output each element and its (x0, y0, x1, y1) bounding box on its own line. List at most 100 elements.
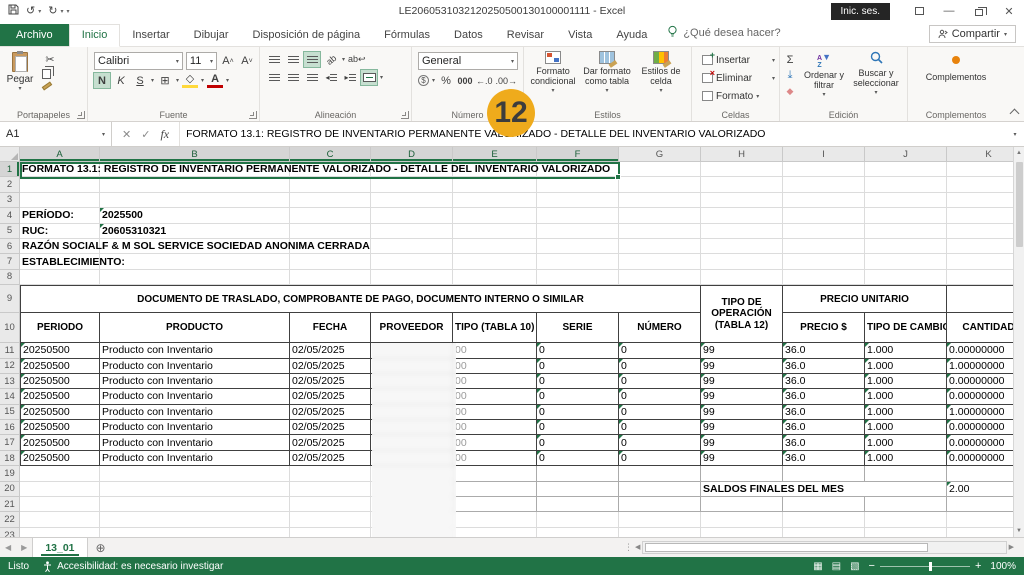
cell-F18[interactable]: 0 (537, 451, 619, 466)
cell-B4[interactable]: 2025500 (100, 208, 290, 223)
cell-G17[interactable]: 0 (619, 435, 701, 450)
expand-formula-bar-icon[interactable]: ▾ (1013, 131, 1016, 138)
accounting-format-icon[interactable]: $ (418, 75, 429, 86)
cell-A10[interactable]: PERIODO (20, 313, 100, 343)
cell-D6[interactable] (371, 239, 453, 254)
cell-H18[interactable]: 99 (701, 451, 783, 466)
cell-C23[interactable] (290, 528, 371, 537)
normal-view-icon[interactable]: ▦ (813, 561, 822, 572)
cell-F23[interactable] (537, 528, 619, 537)
number-dialog-launcher[interactable] (513, 111, 521, 119)
cell-G14[interactable]: 0 (619, 389, 701, 404)
percent-icon[interactable]: % (438, 73, 454, 88)
cell-A17[interactable]: 20250500 (20, 435, 100, 450)
cell-A23[interactable] (20, 528, 100, 537)
cell-D11[interactable] (371, 343, 453, 358)
cell-I19[interactable] (783, 466, 865, 481)
cell-C17[interactable]: 02/05/2025 (290, 435, 371, 450)
cell-E22[interactable] (453, 512, 537, 527)
cell-E4[interactable] (453, 208, 537, 223)
vertical-scroll-thumb[interactable] (1016, 162, 1023, 247)
zoom-slider-thumb[interactable] (929, 562, 932, 571)
cell-H2[interactable] (701, 177, 783, 192)
cell-J1[interactable] (865, 162, 947, 177)
cell-H1[interactable] (701, 162, 783, 177)
tab-vista[interactable]: Vista (556, 25, 604, 46)
cell-D22[interactable] (371, 512, 453, 527)
conditional-formatting-button[interactable]: Formato condicional▾ (526, 50, 580, 107)
cell-A16[interactable]: 20250500 (20, 420, 100, 435)
underline-button[interactable]: S (132, 73, 148, 88)
cell-A18[interactable]: 20250500 (20, 451, 100, 466)
paste-button[interactable]: Pegar ▾ (2, 50, 38, 107)
new-sheet-button[interactable]: ⊕ (88, 538, 114, 557)
cell-C11[interactable]: 02/05/2025 (290, 343, 371, 358)
increase-font-icon[interactable]: A˄ (220, 54, 236, 69)
row-header-20[interactable]: 20 (0, 482, 20, 497)
tab-inicio[interactable]: Inicio (69, 24, 121, 47)
row-header-19[interactable]: 19 (0, 466, 20, 481)
cell-B22[interactable] (100, 512, 290, 527)
cell-J22[interactable] (865, 512, 947, 527)
cell-D2[interactable] (371, 177, 453, 192)
row-header-16[interactable]: 16 (0, 420, 20, 435)
cell-C19[interactable] (290, 466, 371, 481)
cell-G3[interactable] (619, 193, 701, 208)
cell-G20[interactable] (619, 482, 701, 497)
alignment-dialog-launcher[interactable] (401, 111, 409, 119)
sheet-nav-prev-icon[interactable]: ◀ (0, 538, 16, 557)
cell-E16[interactable]: 00 (453, 420, 537, 435)
row-header-21[interactable]: 21 (0, 497, 20, 512)
insert-function-icon[interactable]: fx (160, 127, 169, 142)
row-header-12[interactable]: 12 (0, 359, 20, 374)
row-header-11[interactable]: 11 (0, 343, 20, 358)
row-header-10[interactable]: 10 (0, 313, 20, 343)
wrap-text-icon[interactable]: ab↩ (348, 52, 366, 67)
find-select-button[interactable]: Buscar y seleccionar▾ (850, 50, 902, 107)
format-painter-icon[interactable] (42, 81, 52, 90)
cell-A9[interactable]: DOCUMENTO DE TRASLADO, COMPROBANTE DE PA… (20, 285, 701, 313)
cell-H4[interactable] (701, 208, 783, 223)
cell-E8[interactable] (453, 270, 537, 285)
undo-dropdown-icon[interactable]: ▾ (38, 8, 41, 15)
cell-B21[interactable] (100, 497, 290, 512)
cell-J10[interactable]: TIPO DE CAMBIO (865, 313, 947, 343)
page-layout-view-icon[interactable]: ▤ (832, 561, 841, 572)
column-header-D[interactable]: D (371, 147, 453, 162)
cell-I23[interactable] (783, 528, 865, 537)
cell-J3[interactable] (865, 193, 947, 208)
cell-D8[interactable] (371, 270, 453, 285)
cell-I2[interactable] (783, 177, 865, 192)
cell-I11[interactable]: 36.0 (783, 343, 865, 358)
row-header-14[interactable]: 14 (0, 389, 20, 404)
cell-C7[interactable] (290, 254, 371, 269)
cell-D20[interactable] (371, 482, 453, 497)
tab-dibujar[interactable]: Dibujar (182, 25, 241, 46)
comma-style-icon[interactable]: 000 (457, 73, 473, 88)
cell-E14[interactable]: 00 (453, 389, 537, 404)
cell-B19[interactable] (100, 466, 290, 481)
cell-H7[interactable] (701, 254, 783, 269)
cell-C14[interactable]: 02/05/2025 (290, 389, 371, 404)
zoom-in-icon[interactable]: + (975, 560, 981, 572)
row-header-23[interactable]: 23 (0, 528, 20, 537)
cell-J19[interactable] (865, 466, 947, 481)
cell-G22[interactable] (619, 512, 701, 527)
font-name-select[interactable]: Calibri▾ (94, 52, 183, 70)
column-header-A[interactable]: A (20, 147, 100, 162)
cell-I10[interactable]: PRECIO $ (783, 313, 865, 343)
cell-D17[interactable] (371, 435, 453, 450)
cell-J12[interactable]: 1.000 (865, 359, 947, 374)
decrease-font-icon[interactable]: A˅ (239, 54, 255, 69)
cell-H5[interactable] (701, 224, 783, 239)
cell-H19[interactable] (701, 466, 783, 481)
qat-customize-icon[interactable]: ▾ (66, 8, 69, 15)
tab-formulas[interactable]: Fórmulas (372, 25, 442, 46)
page-break-view-icon[interactable]: ▧ (850, 561, 859, 572)
cell-I6[interactable] (783, 239, 865, 254)
cell-G10[interactable]: NÚMERO (619, 313, 701, 343)
cell-F22[interactable] (537, 512, 619, 527)
vertical-scrollbar[interactable]: ▲ ▼ (1013, 147, 1024, 537)
number-format-select[interactable]: General▾ (418, 52, 518, 70)
cell-J21[interactable] (865, 497, 947, 512)
